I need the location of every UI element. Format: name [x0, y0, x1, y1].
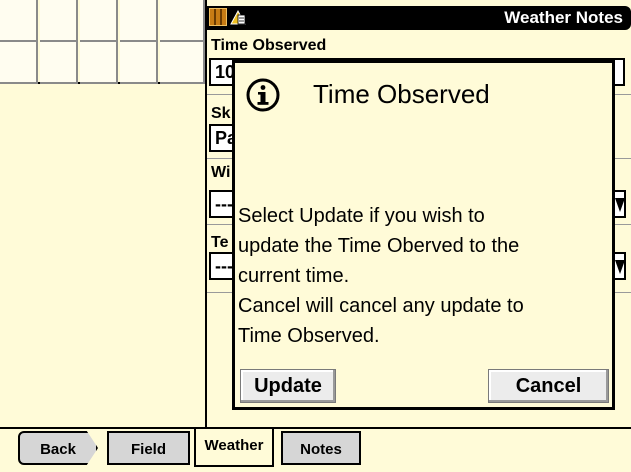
grid-cell[interactable]: [120, 42, 158, 84]
update-button[interactable]: Update: [240, 369, 336, 403]
dialog-message-line: Cancel will cancel any update to: [238, 295, 524, 317]
sky-label: Sk: [211, 105, 231, 122]
grid-cell[interactable]: [160, 42, 205, 84]
temp-label: Te: [211, 234, 229, 251]
grid-cell[interactable]: [0, 0, 38, 42]
grid-area: [0, 0, 205, 84]
tab-notes[interactable]: Notes: [281, 431, 361, 465]
info-icon: [245, 77, 281, 113]
tab-back[interactable]: Back: [18, 431, 98, 465]
grid-cell[interactable]: [80, 42, 118, 84]
time-observed-label: Time Observed: [211, 37, 327, 54]
grid-cell[interactable]: [160, 0, 205, 42]
field-map-icon[interactable]: [209, 8, 227, 26]
dialog-title: Time Observed: [313, 79, 490, 109]
left-panel: [0, 84, 205, 427]
window-title: Weather Notes: [504, 8, 623, 27]
dialog-message-line: Time Observed.: [238, 325, 380, 347]
dialog-message: Select Update if you wish to update the …: [238, 201, 614, 351]
weather-notes-icon[interactable]: [229, 8, 247, 26]
time-observed-dialog: Time Observed Select Update if you wish …: [232, 60, 615, 410]
grid-cell[interactable]: [40, 0, 78, 42]
grid-cell[interactable]: [0, 42, 38, 84]
tab-field[interactable]: Field: [107, 431, 190, 465]
dialog-message-line: current time.: [238, 265, 350, 287]
cancel-button[interactable]: Cancel: [488, 369, 609, 403]
screen: Weather Notes Time Observed 10 Sk Pa Wi …: [0, 0, 631, 472]
wind-label: Wi: [211, 164, 231, 181]
grid-cell[interactable]: [80, 0, 118, 42]
tab-weather[interactable]: Weather: [194, 429, 274, 467]
title-bar: Weather Notes: [207, 6, 631, 30]
tab-bar: Back Field Weather Notes: [0, 427, 631, 472]
grid-cell[interactable]: [120, 0, 158, 42]
dialog-message-line: update the Time Oberved to the: [238, 235, 520, 257]
grid-cell[interactable]: [40, 42, 78, 84]
dialog-message-line: Select Update if you wish to: [238, 205, 485, 227]
